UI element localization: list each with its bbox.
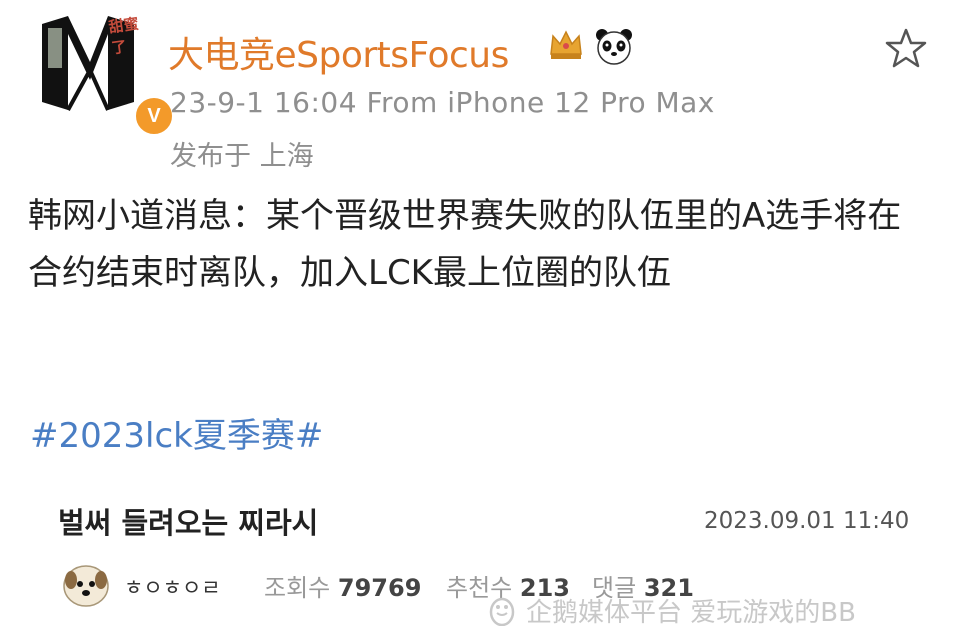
views-stat: 조회수 79769: [264, 568, 421, 603]
author-avatar[interactable]: 甜蜜了 V: [34, 10, 174, 136]
comment-title: 벌써 들려오는 찌라시: [58, 506, 319, 540]
post-meta: 23-9-1 16:04 From iPhone 12 Pro Max: [170, 86, 715, 119]
panda-icon: [594, 26, 634, 66]
watermark: 企鹅媒体平台 爱玩游戏的BB: [484, 592, 856, 629]
commenter-avatar: [62, 564, 110, 608]
hashtag-link[interactable]: #2023lck夏季赛#: [30, 408, 323, 457]
verified-badge-icon: V: [134, 96, 174, 136]
views-value: 79769: [337, 574, 422, 602]
commenter-name: ㅎㅇㅎㅇㄹ: [124, 576, 221, 600]
watermark-text: 企鹅媒体平台 爱玩游戏的BB: [526, 598, 856, 628]
avatar-tag: 甜蜜了: [107, 14, 140, 58]
author-name[interactable]: 大电竞eSportsFocus: [168, 26, 509, 78]
penguin-logo-icon: [487, 594, 517, 627]
post-location: 发布于 上海: [170, 141, 314, 172]
star-outline-icon[interactable]: [884, 26, 928, 78]
views-label: 조회수: [264, 574, 331, 602]
post-text: 韩网小道消息：某个晋级世界赛失败的队伍里的A选手将在合约结束时离队，加入LCK最…: [28, 196, 902, 293]
crown-icon: [548, 28, 584, 70]
comment-date: 2023.09.01 11:40: [704, 508, 910, 534]
